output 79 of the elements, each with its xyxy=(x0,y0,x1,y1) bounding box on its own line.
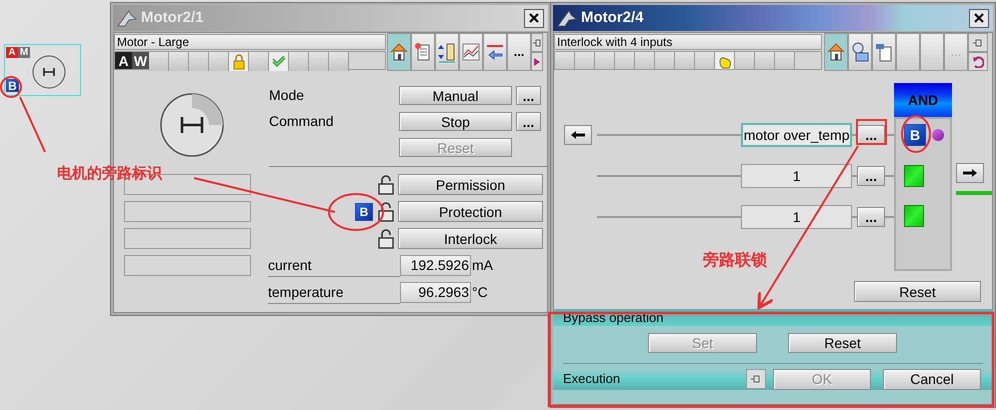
house-icon xyxy=(389,41,409,63)
trend-chart-icon xyxy=(461,41,481,63)
reset-button[interactable]: Reset xyxy=(854,281,981,302)
close-icon xyxy=(974,13,984,23)
state-button[interactable]: Manual xyxy=(399,86,512,105)
close-icon xyxy=(529,13,539,23)
state-button[interactable]: Stop xyxy=(399,112,512,131)
document-button[interactable] xyxy=(411,33,435,71)
interlock-button[interactable]: Protection xyxy=(398,201,543,222)
house-button[interactable] xyxy=(824,33,848,71)
pin-button[interactable] xyxy=(746,369,766,389)
motor-symbol xyxy=(158,92,224,158)
annotation-circle xyxy=(328,193,384,231)
bypass-badge: B xyxy=(6,79,19,92)
window-icon xyxy=(557,9,577,27)
document-button[interactable] xyxy=(872,33,896,71)
unit-label: °C xyxy=(472,283,488,302)
pin-icon xyxy=(973,38,983,48)
magnifier-button[interactable] xyxy=(848,33,872,71)
reset-button[interactable]: Reset xyxy=(788,333,897,353)
bypass-badge: B xyxy=(904,124,926,146)
back-button[interactable] xyxy=(564,125,592,145)
motor-block[interactable]: A M B xyxy=(4,44,81,96)
annotation-circle xyxy=(0,76,22,98)
motor-symbol xyxy=(32,55,66,89)
pin-button[interactable] xyxy=(531,33,543,52)
measurement-value: 96.2963 xyxy=(400,282,471,303)
more-button[interactable]: ... xyxy=(507,33,531,71)
section-header: Execution xyxy=(562,370,622,388)
field-label: Mode xyxy=(269,86,306,105)
house-icon xyxy=(826,41,846,63)
interlock-button[interactable]: Interlock xyxy=(398,228,543,249)
status-letter: A xyxy=(6,47,18,58)
undo-arrow-icon xyxy=(972,56,984,68)
status-letter: A xyxy=(115,52,132,69)
unit-label: mA xyxy=(472,256,493,275)
and-gate-header: AND xyxy=(894,83,952,117)
house-button[interactable] xyxy=(387,33,411,71)
status-letter: M xyxy=(18,47,30,58)
bypass-badge: B xyxy=(355,202,373,220)
cancel-button[interactable]: Cancel xyxy=(883,368,981,390)
window-title: Motor2/4 xyxy=(581,8,644,28)
input-signal-field[interactable]: 1 xyxy=(740,164,852,188)
back-arrow-icon xyxy=(533,56,541,66)
input-signal-field[interactable]: 1 xyxy=(740,205,852,229)
block-type-label: Interlock with 4 inputs xyxy=(554,34,822,50)
input-signal-field[interactable]: motor over_temp xyxy=(740,123,852,147)
pin-icon xyxy=(751,374,761,384)
field-label: Command xyxy=(269,112,335,131)
interlock-button[interactable]: Permission xyxy=(398,174,543,195)
pin-button[interactable] xyxy=(968,33,988,52)
more-button[interactable]: ... xyxy=(516,112,541,131)
right-arrow-icon xyxy=(962,168,978,178)
status-letter: W xyxy=(132,52,149,69)
close-button[interactable] xyxy=(969,8,989,28)
more-button[interactable]: ... xyxy=(857,166,886,186)
more-button[interactable]: ... xyxy=(857,207,886,227)
window-title: Motor2/1 xyxy=(141,8,204,28)
check-mark-icon xyxy=(272,56,286,68)
annotation-label: 旁路联锁 xyxy=(703,249,767,271)
block-type-label: Motor - Large xyxy=(114,34,386,50)
leader-line xyxy=(19,96,46,152)
padlock-icon xyxy=(377,202,395,222)
left-arrow-icon xyxy=(570,130,586,140)
annotation-circle xyxy=(901,115,931,153)
forward-button[interactable] xyxy=(956,163,984,183)
trend-chart-button[interactable] xyxy=(459,33,483,71)
measurement-value: 192.5926 xyxy=(400,255,471,276)
more-button[interactable]: ... xyxy=(516,86,541,105)
annotation-frame xyxy=(856,119,887,145)
scale-icon xyxy=(437,41,457,63)
magnifier-icon xyxy=(850,41,870,63)
close-button[interactable] xyxy=(524,8,544,28)
padlock-icon xyxy=(232,54,244,70)
pin-icon xyxy=(533,38,541,48)
scale-button[interactable] xyxy=(435,33,459,71)
arrow-button[interactable] xyxy=(483,33,507,71)
window-icon xyxy=(117,9,137,27)
document-icon xyxy=(874,41,894,63)
